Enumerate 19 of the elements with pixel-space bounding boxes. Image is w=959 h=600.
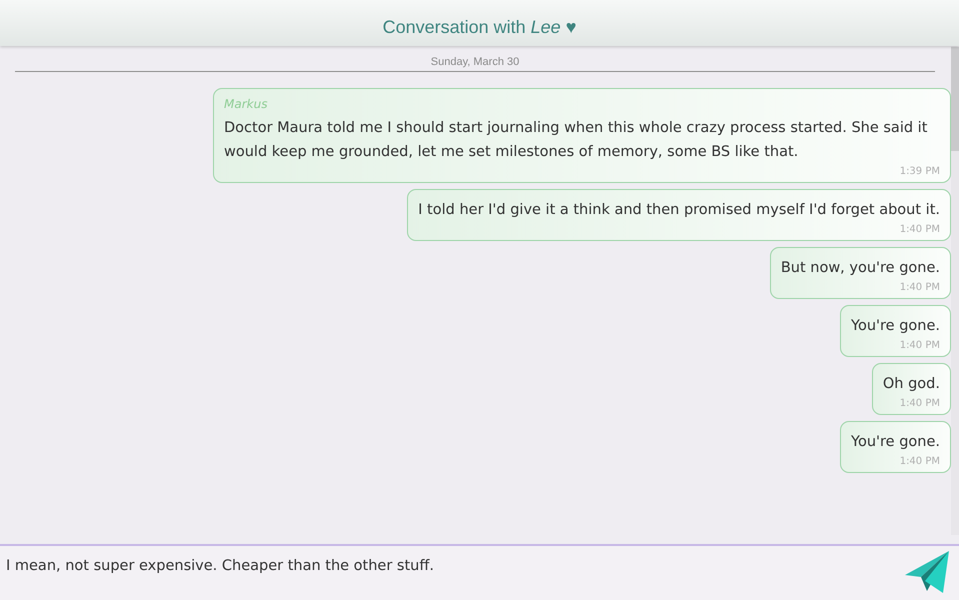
message-text: Doctor Maura told me I should start journaling when this whole crazy process started. She said it would keep me grounded, let me set milestones of memory, some BS like that.	[224, 119, 928, 162]
message-time: 1:40 PM	[900, 340, 940, 351]
message-text: But now, you're gone.	[780, 259, 940, 278]
message-time: 1:40 PM	[900, 224, 940, 235]
message-time: 1:39 PM	[900, 166, 940, 177]
send-button[interactable]	[903, 551, 951, 593]
sender-name: Markus	[224, 97, 268, 111]
window-title: Conversation with Lee ♥	[382, 16, 576, 38]
paper-plane-icon	[903, 551, 951, 593]
message-text: You're gone.	[851, 433, 940, 452]
message-time: 1:40 PM	[900, 398, 940, 409]
message-text: Oh god.	[882, 375, 940, 394]
message-text: I told her I'd give it a think and then promised myself I'd forget about it.	[418, 201, 940, 220]
message-time: 1:40 PM	[900, 282, 940, 293]
date-divider: Sunday, March 30	[15, 56, 935, 72]
message-text: You're gone.	[851, 317, 940, 336]
message-input[interactable]: I mean, not super expensive. Cheaper than the other stuff.	[0, 544, 959, 600]
message-time: 1:40 PM	[900, 456, 940, 467]
scrollbar-thumb[interactable]	[951, 47, 959, 151]
